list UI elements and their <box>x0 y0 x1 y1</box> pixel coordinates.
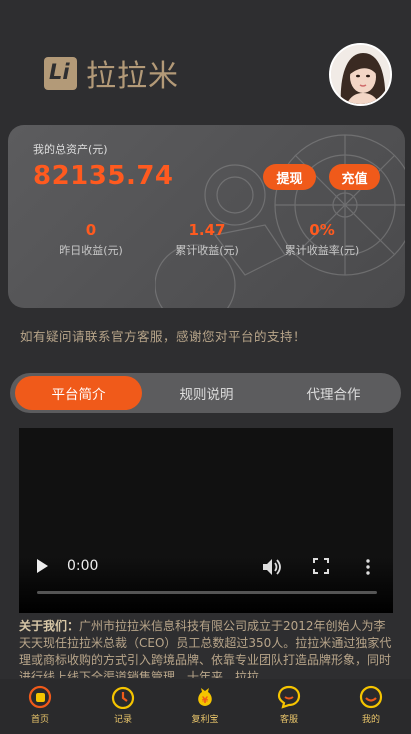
tabbar-label: 首页 <box>30 715 49 725</box>
tabbar-item-home[interactable]: 首页 <box>15 685 65 725</box>
tab-agent-cooperation[interactable]: 代理合作 <box>270 376 397 410</box>
logo-mark-text: Li <box>49 59 70 84</box>
video-player[interactable]: 0:00 <box>19 428 393 613</box>
total-assets-label: 我的总资产(元) <box>33 143 108 156</box>
volume-icon[interactable] <box>262 558 284 576</box>
more-options-icon[interactable] <box>365 559 371 575</box>
tabbar-label: 客服 <box>279 715 298 725</box>
tabbar-item-mine[interactable]: 我的 <box>346 685 396 725</box>
stat-label: 累计收益率(元) <box>284 244 360 257</box>
tabbar-item-compound[interactable]: ¥ 复利宝 <box>180 685 230 725</box>
logo-mark: Li <box>44 56 77 90</box>
fullscreen-icon[interactable] <box>313 558 329 574</box>
stat-label: 昨日收益(元) <box>59 244 123 257</box>
about-us-text: 关于我们：广州市拉拉米信息科技有限公司成立于2012年创始人为李天天现任拉拉米总… <box>19 618 394 678</box>
support-notice: 如有疑问请联系官方客服，感谢您对平台的支持！ <box>20 329 307 344</box>
asset-card: 我的总资产(元) 82135.74 提现 充值 0 昨日收益(元) 1.47 累… <box>8 125 405 308</box>
stat-label: 累计收益(元) <box>175 244 239 257</box>
stat-value: 1.47 <box>188 221 226 239</box>
info-tabs: 平台简介 规则说明 代理合作 <box>10 373 401 413</box>
clock-icon <box>111 685 135 710</box>
video-time: 0:00 <box>67 558 99 574</box>
bottom-tab-bar: 首页 记录 ¥ 复利宝 客服 我的 <box>0 679 411 734</box>
tabbar-label: 复利宝 <box>191 715 219 725</box>
tabbar-item-service[interactable]: 客服 <box>264 685 314 725</box>
recharge-button[interactable]: 充值 <box>329 164 380 190</box>
gear-decoration-icon <box>155 134 405 308</box>
stat-value: 0 <box>85 221 97 239</box>
total-assets-value: 82135.74 <box>33 161 174 191</box>
stat-total-income: 1.47 累计收益(元) <box>157 221 257 258</box>
stat-yesterday-income: 0 昨日收益(元) <box>41 221 141 258</box>
avatar[interactable] <box>329 43 392 106</box>
withdraw-button[interactable]: 提现 <box>263 164 316 190</box>
play-icon[interactable] <box>37 559 48 573</box>
home-icon <box>28 685 52 709</box>
header: Li 拉拉米 <box>0 0 411 120</box>
app-logo: Li 拉拉米 <box>44 51 179 95</box>
tabbar-label: 我的 <box>361 715 380 725</box>
tab-rules[interactable]: 规则说明 <box>143 376 270 410</box>
stat-value: 0% <box>309 221 335 239</box>
video-progress-bar[interactable] <box>37 591 377 594</box>
about-us-title: 关于我们： <box>19 619 80 633</box>
money-bag-icon: ¥ <box>193 685 217 709</box>
tabbar-label: 记录 <box>113 715 132 725</box>
smile-icon <box>359 685 383 709</box>
tabbar-item-records[interactable]: 记录 <box>98 685 148 725</box>
logo-text: 拉拉米 <box>86 59 179 94</box>
svg-text:¥: ¥ <box>202 696 209 706</box>
stat-yield-rate: 0% 累计收益率(元) <box>272 221 372 258</box>
chat-icon <box>277 685 301 709</box>
tab-platform-intro[interactable]: 平台简介 <box>15 376 142 410</box>
